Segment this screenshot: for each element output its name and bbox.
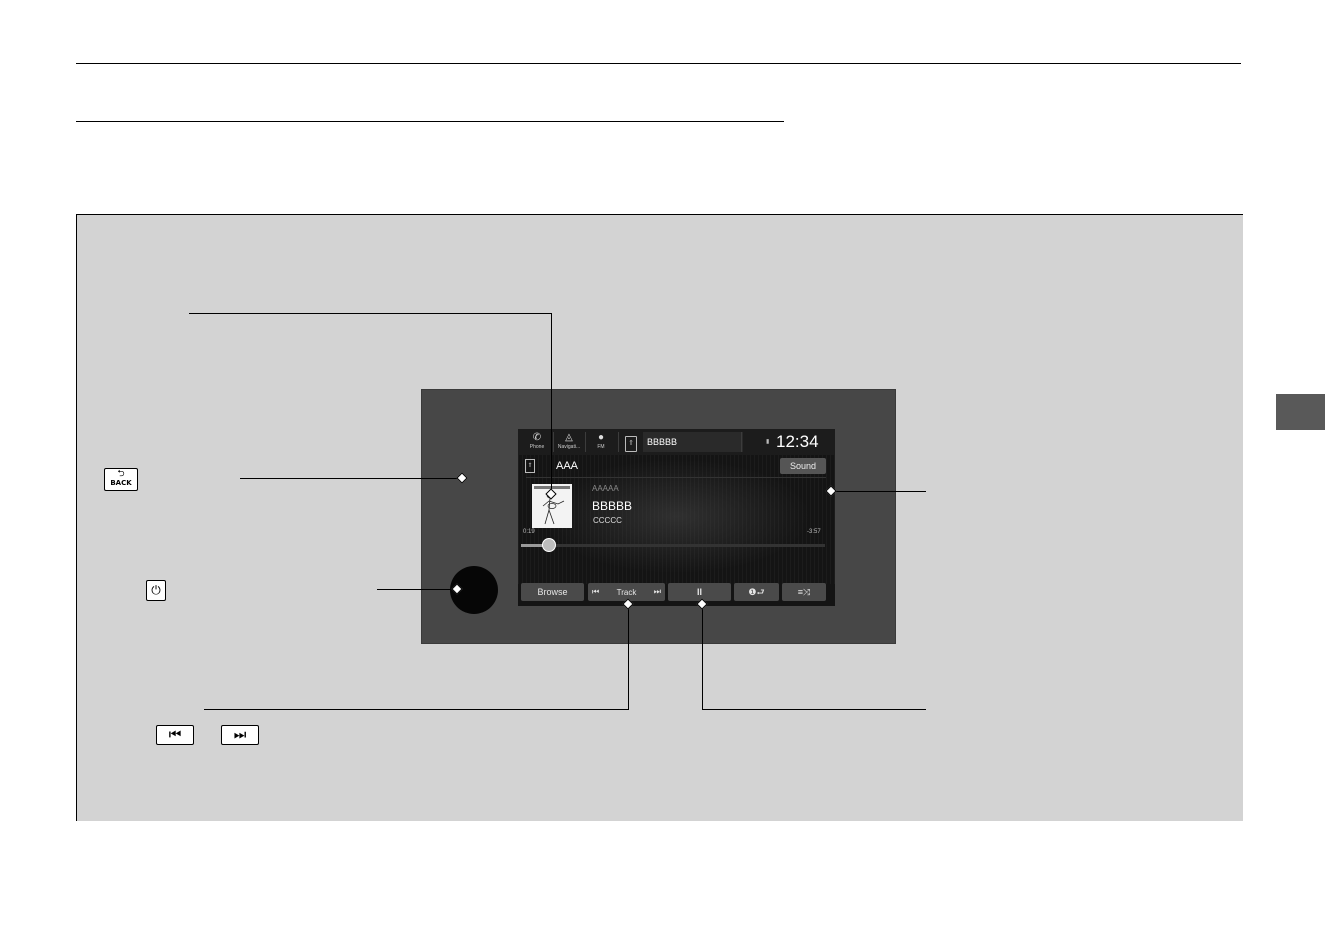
divider [741, 432, 742, 452]
usb-icon: ⇑ [625, 436, 637, 452]
chapter-side-tab [1276, 394, 1325, 430]
divider [526, 477, 826, 478]
callout-line-album-art [551, 313, 552, 493]
track-label: Track [616, 588, 637, 597]
skip-forward-icon[interactable]: ⏭ [654, 583, 661, 601]
tab-phone-label: Phone [529, 444, 545, 450]
fm-radio-icon: ● [597, 432, 605, 443]
back-key-label: BACK [110, 479, 132, 487]
back-key: ⮌ BACK [104, 468, 138, 491]
repeat-one-icon: ❶⮐ [748, 587, 765, 597]
shuffle-icon: ≡⤨ [797, 587, 811, 597]
callout-line-track [628, 604, 629, 710]
tab-fm-label: FM [597, 444, 605, 450]
callout-line-screen [833, 491, 926, 492]
signal-icon: ▮ [766, 439, 770, 445]
power-key: ⏻ [146, 580, 166, 601]
callout-line-pause [702, 604, 703, 710]
tab-navigation[interactable]: ◬ Navigati... [554, 431, 584, 453]
phone-icon: ✆ [532, 432, 542, 443]
callout-line-track [204, 709, 629, 710]
track-album: CCCCC [593, 516, 622, 525]
tab-fm[interactable]: ● FM [586, 431, 616, 453]
callout-line-power [377, 589, 457, 590]
callout-line-album-art [189, 313, 552, 314]
page-top-rule [76, 63, 1241, 64]
sound-button[interactable]: Sound [780, 458, 826, 474]
elapsed-time: 0:19 [523, 529, 535, 535]
touch-screen: ✆ Phone ◬ Navigati... ● FM ⇑ BBBBB ▮ 12:… [518, 429, 835, 606]
tab-phone[interactable]: ✆ Phone [522, 431, 552, 453]
progress-track[interactable] [521, 544, 825, 547]
skip-forward-key: ⏭ [221, 725, 259, 745]
shuffle-button[interactable]: ≡⤨ [782, 583, 826, 601]
callout-line-back [240, 478, 462, 479]
source-title: AAA [556, 460, 579, 472]
tab-navigation-label: Navigati... [557, 444, 581, 450]
browse-button[interactable]: Browse [521, 583, 584, 601]
section-heading-rule [76, 121, 784, 122]
status-bar: ✆ Phone ◬ Navigati... ● FM ⇑ BBBBB ▮ 12:… [518, 429, 835, 455]
pause-button[interactable]: II [668, 583, 731, 601]
skip-forward-icon: ⏭ [233, 727, 247, 743]
skip-back-icon[interactable]: ⏮ [592, 583, 599, 601]
track-title: BBBBB [592, 499, 633, 513]
navigation-icon: ◬ [565, 432, 573, 443]
clock: 12:34 [776, 432, 819, 451]
usb-source-icon: ⇑ [525, 459, 535, 473]
remaining-time: -3:57 [807, 529, 821, 535]
divider [618, 432, 619, 452]
power-icon: ⏻ [151, 583, 161, 597]
track-artist: AAAAA [592, 484, 619, 493]
skip-back-key: ⏮ [156, 725, 194, 745]
callout-line-pause [702, 709, 926, 710]
back-arrow-icon: ⮌ [117, 469, 125, 479]
repeat-button[interactable]: ❶⮐ [734, 583, 779, 601]
skip-back-icon: ⏮ [168, 727, 182, 743]
now-playing-source[interactable]: BBBBB [643, 432, 743, 452]
